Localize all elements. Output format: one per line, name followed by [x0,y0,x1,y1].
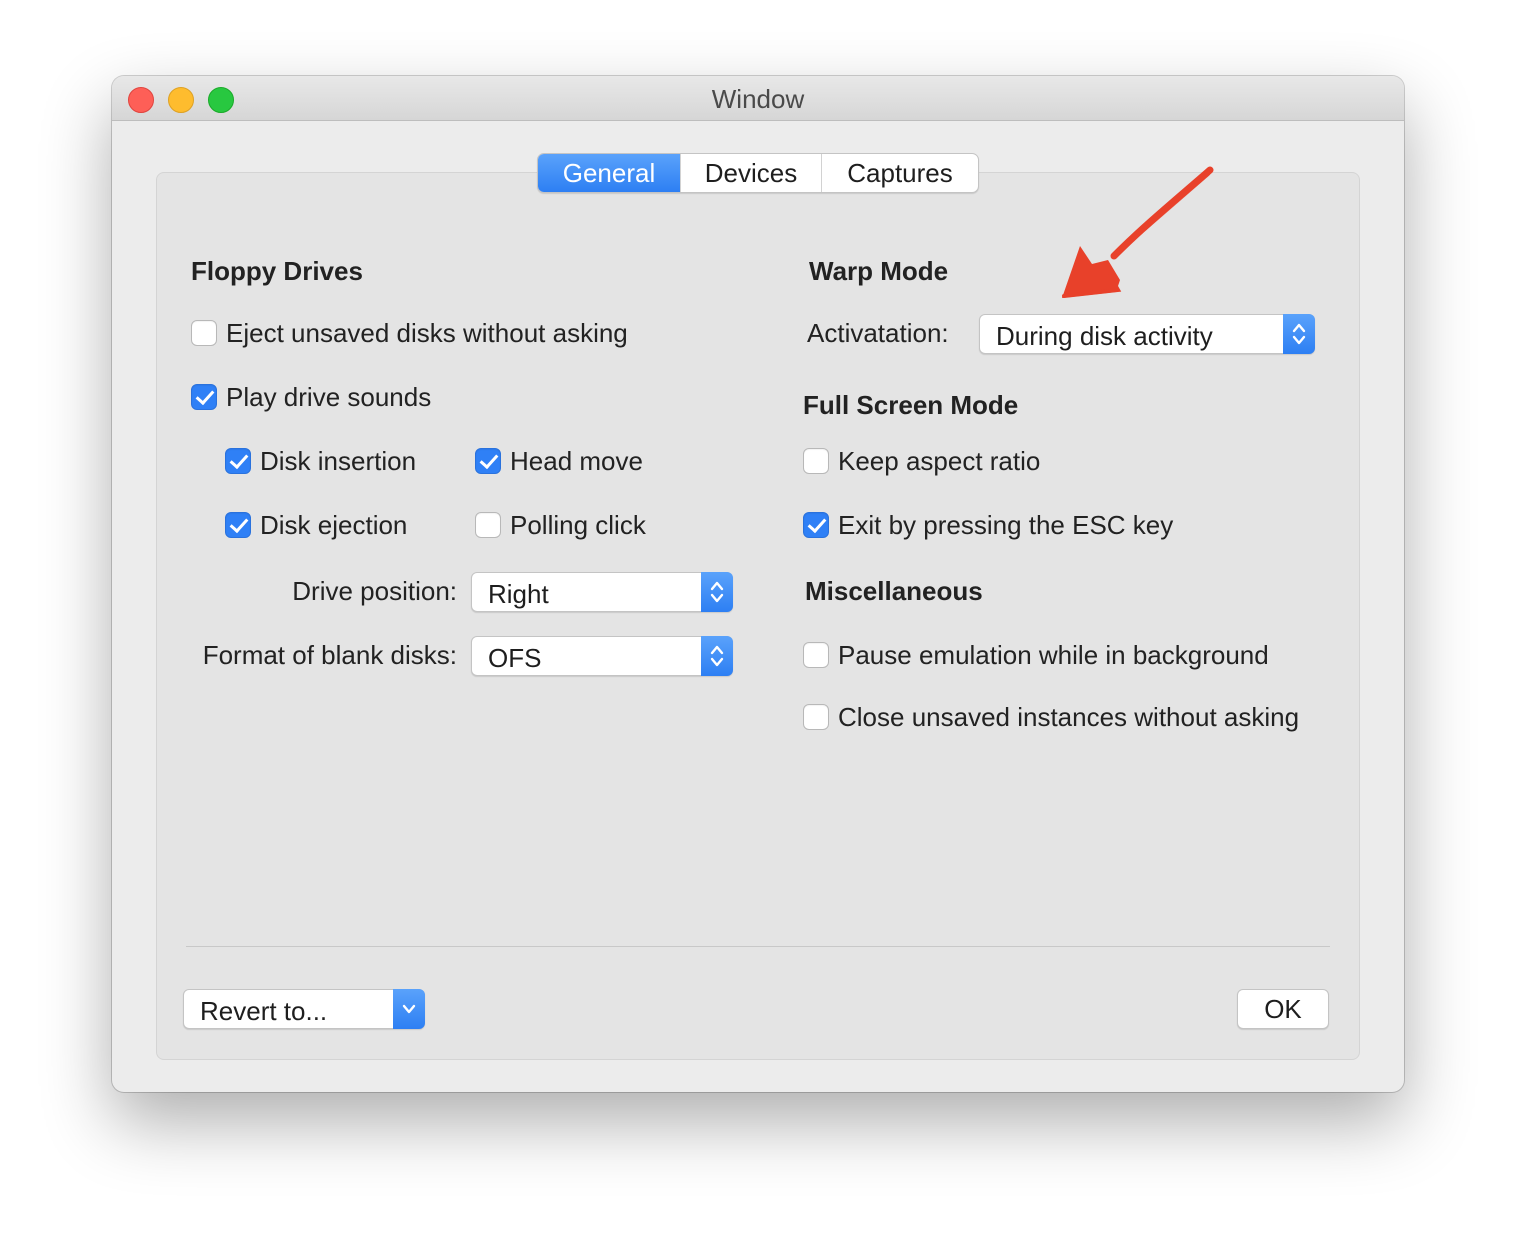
disk-ejection-label: Disk ejection [260,510,408,540]
polling-click-label: Polling click [510,510,646,540]
disk-insertion-label: Disk insertion [260,446,417,476]
close-unsaved-label: Close unsaved instances without asking [838,702,1300,732]
drive-position-popup[interactable]: Right [471,572,733,612]
keep-aspect-ratio-label: Keep aspect ratio [838,446,1041,476]
play-drive-sounds-label: Play drive sounds [226,382,432,412]
pause-background-checkbox[interactable] [803,642,829,668]
miscellaneous-heading: Miscellaneous [805,576,983,606]
warp-activation-value: During disk activity [996,321,1213,351]
title-bar[interactable]: Window [112,76,1404,121]
exit-esc-checkbox[interactable] [803,512,829,538]
warp-activation-label: Activatation: [807,318,949,348]
revert-to-popup[interactable]: Revert to... [183,989,425,1029]
eject-unsaved-checkbox[interactable] [191,320,217,346]
annotation-arrow-icon [1062,166,1214,298]
tab-bar: General Devices Captures [537,153,979,193]
window-title: Window [711,84,805,114]
head-move-checkbox[interactable] [475,448,501,474]
up-down-chevron-icon [701,636,733,676]
blank-format-value: OFS [488,643,542,673]
up-down-chevron-icon [701,572,733,612]
ok-button[interactable]: OK [1237,989,1329,1029]
head-move-label: Head move [510,446,643,476]
tab-captures[interactable]: Captures [821,154,978,192]
close-unsaved-checkbox[interactable] [803,704,829,730]
full-screen-heading: Full Screen Mode [803,390,1019,420]
revert-to-label: Revert to... [200,996,328,1026]
blank-format-label: Format of blank disks: [202,640,457,670]
polling-click-checkbox[interactable] [475,512,501,538]
up-down-chevron-icon [1283,314,1315,354]
disk-ejection-checkbox[interactable] [225,512,251,538]
tab-devices[interactable]: Devices [680,154,821,192]
disk-insertion-checkbox[interactable] [225,448,251,474]
warp-mode-heading: Warp Mode [809,256,949,286]
blank-format-popup[interactable]: OFS [471,636,733,676]
chevron-down-icon [393,989,425,1029]
drive-position-value: Right [488,579,549,609]
warp-activation-popup[interactable]: During disk activity [979,314,1315,354]
keep-aspect-ratio-checkbox[interactable] [803,448,829,474]
exit-esc-label: Exit by pressing the ESC key [838,510,1174,540]
play-drive-sounds-checkbox[interactable] [191,384,217,410]
drive-position-label: Drive position: [292,576,457,606]
floppy-drives-heading: Floppy Drives [191,256,363,286]
footer-divider [186,946,1330,947]
pause-background-label: Pause emulation while in background [838,640,1269,670]
eject-unsaved-label: Eject unsaved disks without asking [226,318,628,348]
tab-general[interactable]: General [538,154,680,192]
